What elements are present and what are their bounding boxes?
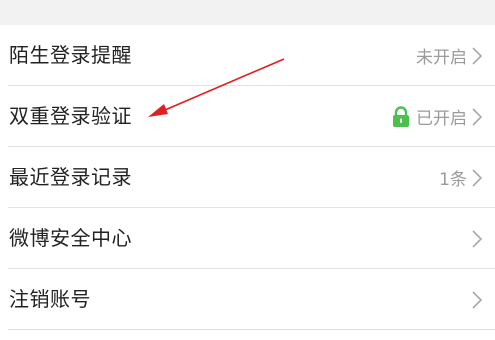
settings-row-value: 未开启 bbox=[416, 48, 467, 68]
settings-row-label: 最近登录记录 bbox=[9, 165, 132, 189]
chevron-right-icon bbox=[471, 269, 483, 330]
settings-row-deactivate-account[interactable]: 注销账号 bbox=[0, 269, 495, 330]
settings-row-value: 1条 bbox=[439, 170, 467, 190]
settings-row-value-group: 未开启 bbox=[416, 25, 467, 86]
top-gap bbox=[0, 0, 495, 25]
chevron-right-icon bbox=[471, 25, 483, 86]
settings-row-weibo-security-center[interactable]: 微博安全中心 bbox=[0, 208, 495, 269]
settings-row-label: 陌生登录提醒 bbox=[9, 43, 132, 67]
settings-row-stranger-login-alert[interactable]: 陌生登录提醒 未开启 bbox=[0, 25, 495, 86]
settings-row-value-group: 1条 bbox=[439, 147, 467, 208]
settings-row-recent-login-records[interactable]: 最近登录记录 1条 bbox=[0, 147, 495, 208]
lock-icon bbox=[392, 105, 410, 128]
chevron-right-icon bbox=[471, 208, 483, 269]
chevron-right-icon bbox=[471, 147, 483, 208]
settings-row-value: 已开启 bbox=[416, 109, 467, 129]
security-settings-list: 陌生登录提醒 未开启 双重登录验证 已开启 最近登录记录 1条 微博安全中心 注… bbox=[0, 25, 495, 330]
settings-row-value-group: 已开启 bbox=[392, 86, 467, 147]
settings-row-label: 双重登录验证 bbox=[9, 104, 132, 128]
settings-row-label: 微博安全中心 bbox=[9, 226, 132, 250]
settings-row-two-step-verification[interactable]: 双重登录验证 已开启 bbox=[0, 86, 495, 147]
settings-row-label: 注销账号 bbox=[9, 287, 91, 311]
chevron-right-icon bbox=[471, 86, 483, 147]
